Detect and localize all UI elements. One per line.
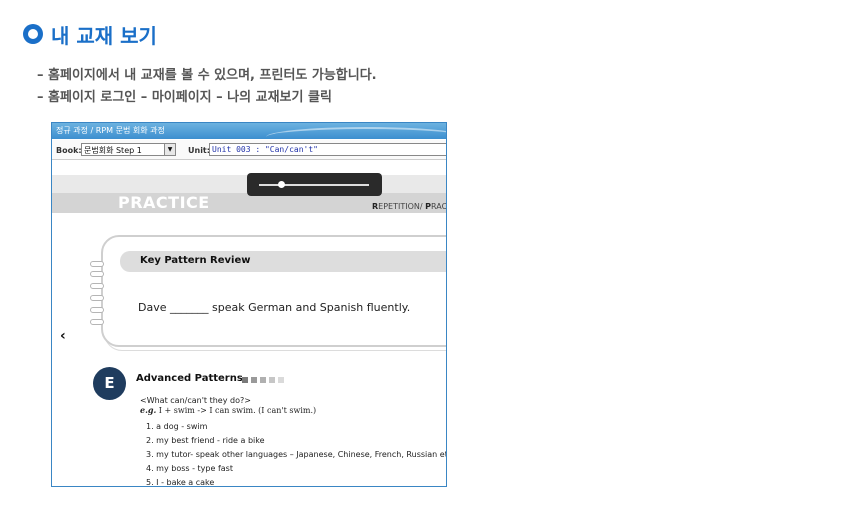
- advanced-patterns-title: Advanced Patterns: [136, 373, 243, 384]
- list-item: 4. my boss - type fast: [146, 464, 233, 473]
- practice-heading: PRACTICE: [118, 193, 210, 212]
- textbook-viewer: 정규 과정 / RPM 문법 회화 과정 Book: 문법회화 Step 1 ▼…: [51, 122, 447, 487]
- zoom-slider-thumb[interactable]: [278, 181, 285, 188]
- selector-bar: Book: 문법회화 Step 1 ▼ Unit: Unit 003 : "Ca…: [52, 140, 446, 160]
- key-pattern-sentence: Dave _______ speak German and Spanish fl…: [138, 301, 411, 314]
- chevron-left-icon[interactable]: ‹: [60, 328, 66, 344]
- practice-text: RAC: [431, 202, 447, 211]
- ring-icon: [90, 307, 104, 313]
- unit-field[interactable]: Unit 003 : "Can/can't": [209, 143, 446, 156]
- viewer-top-bar: 정규 과정 / RPM 문법 회화 과정: [52, 123, 446, 139]
- zoom-slider-popup[interactable]: [247, 173, 382, 196]
- square-icon: [269, 377, 275, 383]
- eg-label: e.g.: [140, 405, 157, 415]
- zoom-slider-track[interactable]: [259, 184, 369, 186]
- title-bullet-icon: [23, 24, 43, 44]
- ring-icon: [90, 295, 104, 301]
- square-icon: [242, 377, 248, 383]
- unit-label: Unit:: [188, 146, 210, 155]
- list-item: 3. my tutor- speak other languages – Jap…: [146, 450, 447, 459]
- description-line-2: – 홈페이지 로그인 – 마이페이지 – 나의 교재보기 클릭: [37, 90, 332, 105]
- list-item: 5. I - bake a cake: [146, 478, 215, 487]
- page-title: 내 교재 보기: [51, 24, 157, 48]
- square-icon: [278, 377, 284, 383]
- book-select[interactable]: 문법회화 Step 1 ▼: [81, 143, 176, 156]
- exercise-prompt: <What can/can't they do?>: [140, 396, 251, 405]
- book-select-value: 문법회화 Step 1: [84, 146, 142, 155]
- description-line-1: – 홈페이지에서 내 교재를 볼 수 있으며, 프린터도 가능합니다.: [37, 68, 377, 83]
- course-breadcrumb: 정규 과정 / RPM 문법 회화 과정: [56, 126, 165, 135]
- repetition-text: EPETITION/: [378, 202, 426, 211]
- list-item: 1. a dog - swim: [146, 422, 208, 431]
- ring-icon: [90, 271, 104, 277]
- ring-icon: [90, 261, 104, 267]
- book-label: Book:: [56, 146, 82, 155]
- repetition-practice-label: REPETITION/ PRAC: [372, 202, 447, 211]
- list-item: 2. my best friend - ride a bike: [146, 436, 265, 445]
- square-icon: [260, 377, 266, 383]
- square-icon: [251, 377, 257, 383]
- dropdown-arrow-icon[interactable]: ▼: [164, 144, 175, 155]
- key-pattern-title: Key Pattern Review: [140, 255, 251, 266]
- eg-text: I + swim -> I can swim. (I can't swim.): [156, 406, 317, 415]
- ring-icon: [90, 283, 104, 289]
- section-letter-badge: E: [93, 367, 126, 400]
- example-line: e.g. I + swim -> I can swim. (I can't sw…: [140, 405, 316, 415]
- ring-icon: [90, 319, 104, 325]
